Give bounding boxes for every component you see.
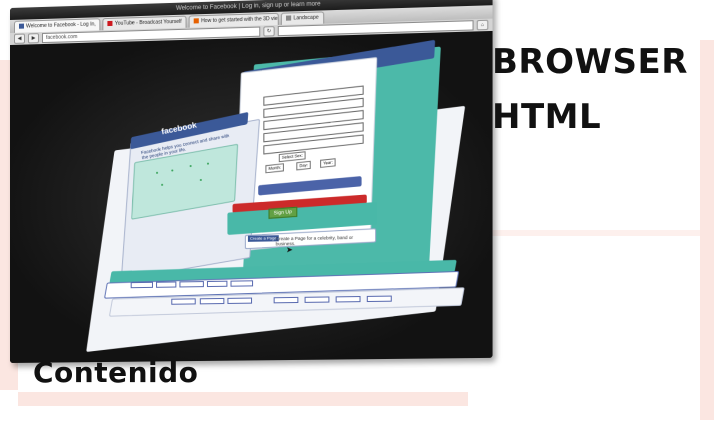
3d-view-viewport: facebook Facebook helps you connect and …: [10, 30, 493, 364]
day-select[interactable]: Day:: [296, 160, 312, 171]
map-dot: [171, 169, 174, 172]
label-html: HTML: [492, 97, 602, 137]
reload-button[interactable]: ↻: [263, 26, 275, 37]
footer-link[interactable]: [206, 280, 228, 288]
footer-link[interactable]: [171, 298, 196, 305]
background-strip-bottom: [18, 392, 468, 406]
forward-button[interactable]: ▶: [27, 33, 40, 44]
map-dot: [156, 171, 159, 174]
footer-link[interactable]: [227, 297, 253, 304]
browser-screenshot: Welcome to Facebook | Log in, sign up or…: [10, 0, 493, 364]
page-favicon-icon: [286, 15, 292, 21]
footer-link[interactable]: [230, 280, 254, 287]
create-page-label[interactable]: Create a Page: [247, 235, 279, 242]
footer-link[interactable]: [130, 281, 153, 289]
year-select[interactable]: Year:: [320, 158, 336, 168]
footer-link[interactable]: [335, 296, 361, 303]
home-button[interactable]: ⌂: [476, 19, 489, 31]
footer-link[interactable]: [179, 281, 204, 288]
footer-link[interactable]: [199, 297, 225, 305]
map-dot: [199, 178, 202, 182]
back-button[interactable]: ◀: [13, 33, 25, 44]
mouse-cursor-icon: ➤: [285, 245, 293, 255]
map-dot: [161, 183, 164, 186]
map-dot: [189, 165, 192, 168]
label-contenido: Contenido: [33, 356, 199, 389]
footer-link[interactable]: [156, 281, 177, 288]
facebook-favicon-icon: [18, 23, 24, 29]
youtube-favicon-icon: [107, 21, 113, 27]
footer-link[interactable]: [273, 296, 299, 304]
firefox-favicon-icon: [193, 18, 199, 24]
background-strip-right: [700, 40, 714, 420]
background-strip-mid: [460, 230, 700, 236]
map-dot: [206, 162, 210, 165]
footer-link[interactable]: [366, 295, 392, 303]
signup-button[interactable]: Sign Up: [268, 206, 298, 219]
footer-link[interactable]: [304, 296, 330, 303]
label-browser: BROWSER: [492, 42, 688, 82]
